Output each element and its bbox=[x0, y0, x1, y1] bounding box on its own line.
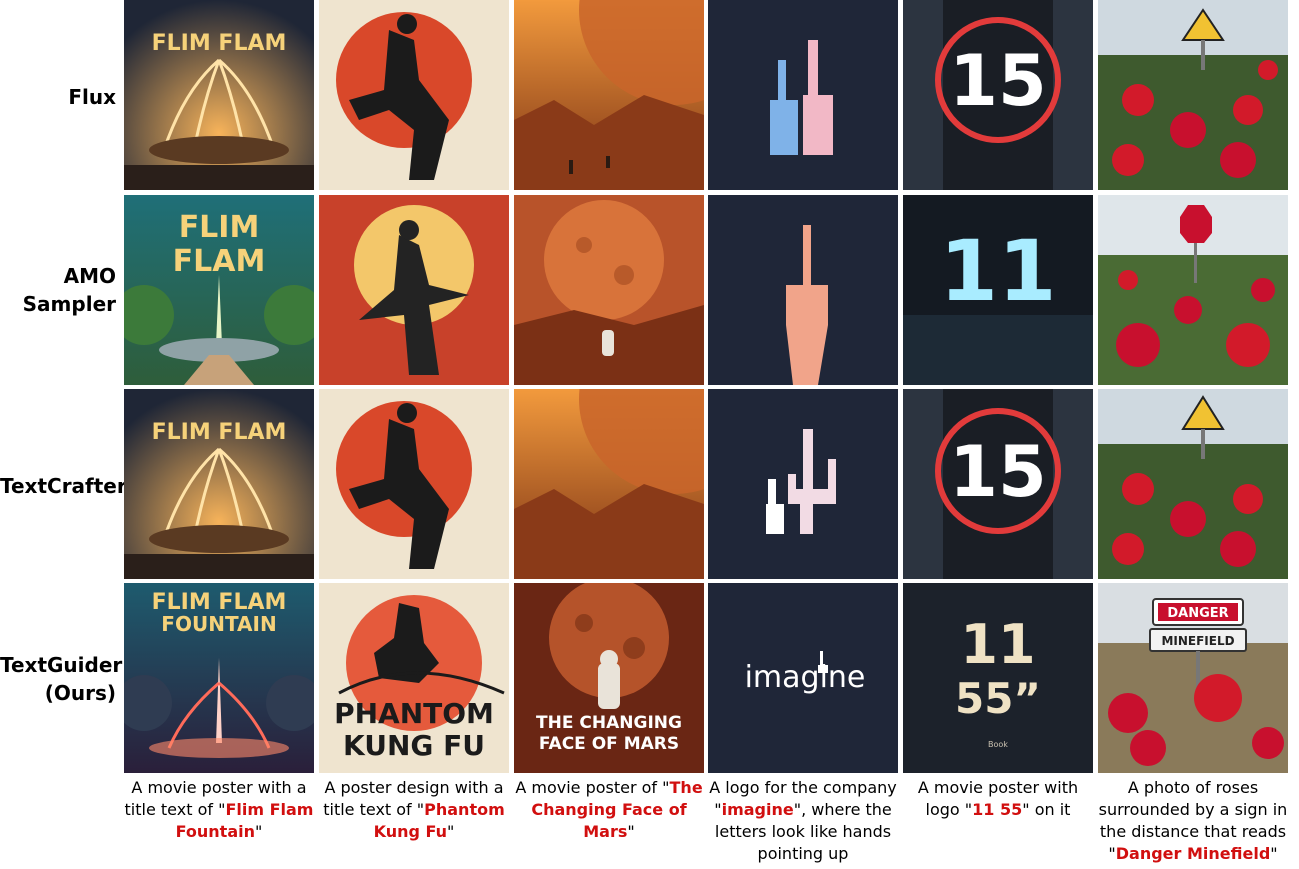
caption-highlight: 11 55 bbox=[972, 800, 1023, 819]
image-amo-11: 11 bbox=[903, 195, 1093, 385]
caption-1155: A movie poster with logo "11 55" on it bbox=[900, 777, 1096, 821]
tile-title: FACE OF MARS bbox=[539, 734, 679, 754]
image-amo-mars bbox=[514, 195, 704, 385]
tile-title: FLIM FLAM bbox=[152, 420, 287, 445]
image-flux-roses bbox=[1098, 0, 1288, 190]
caption-phantom-kung-fu: A poster design with a title text of "Ph… bbox=[316, 777, 512, 843]
caption-highlight: imagine bbox=[721, 800, 794, 819]
image-textcrafter-fountain: FLIM FLAM bbox=[124, 389, 314, 579]
tile-number: 55” bbox=[955, 674, 1041, 723]
image-amo-roses bbox=[1098, 195, 1288, 385]
tile-sign-text: DANGER bbox=[1167, 606, 1228, 621]
tile-title: FOUNTAIN bbox=[161, 612, 276, 636]
image-flux-15: 15 bbox=[903, 0, 1093, 190]
caption-text: " bbox=[255, 822, 263, 841]
row-label-line: Flux bbox=[68, 85, 116, 109]
image-flux-fountain: FLIM FLAM bbox=[124, 0, 314, 190]
image-amo-hand bbox=[708, 195, 898, 385]
row-label-line: Sampler bbox=[22, 292, 116, 316]
tile-number: 11 bbox=[940, 222, 1057, 320]
row-label-line: TextGuider bbox=[0, 653, 123, 677]
caption-text: " bbox=[1270, 844, 1278, 863]
image-textguider-fountain: FLIM FLAM FOUNTAIN bbox=[124, 583, 314, 773]
row-label-amo-sampler: AMO Sampler bbox=[0, 262, 116, 318]
image-textcrafter-roses bbox=[1098, 389, 1288, 579]
image-textguider-imagine-logo: imagine bbox=[708, 583, 898, 773]
image-textcrafter-kungfu bbox=[319, 389, 509, 579]
caption-text: " bbox=[627, 822, 635, 841]
image-textcrafter-15: 15 bbox=[903, 389, 1093, 579]
image-textguider-kungfu: PHANTOM KUNG FU bbox=[319, 583, 509, 773]
row-label-line: TextCrafter bbox=[0, 474, 127, 498]
image-textcrafter-mars bbox=[514, 389, 704, 579]
row-label-textcrafter: TextCrafter bbox=[0, 472, 127, 500]
row-label-line: AMO bbox=[63, 264, 116, 288]
tile-title: PHANTOM bbox=[334, 697, 494, 730]
image-flux-hands-logo bbox=[708, 0, 898, 190]
tile-small-text: Book bbox=[988, 740, 1008, 749]
image-textcrafter-hands-logo bbox=[708, 389, 898, 579]
row-label-textguider: TextGuider (Ours) bbox=[0, 651, 123, 707]
image-flux-kungfu bbox=[319, 0, 509, 190]
image-flux-mars bbox=[514, 0, 704, 190]
row-label-line: (Ours) bbox=[44, 681, 116, 705]
caption-flim-flam: A movie poster with a title text of "Fli… bbox=[121, 777, 317, 843]
caption-highlight: Danger Minefield bbox=[1115, 844, 1271, 863]
image-textguider-roses: DANGER MINEFIELD bbox=[1098, 583, 1288, 773]
image-textguider-mars: THE CHANGING FACE OF MARS bbox=[514, 583, 704, 773]
image-amo-fountain: FLIM FLAM bbox=[124, 195, 314, 385]
caption-mars: A movie poster of "The Changing Face of … bbox=[511, 777, 707, 843]
tile-logo-text: imagine bbox=[745, 660, 866, 695]
caption-text: A movie poster of " bbox=[515, 778, 670, 797]
row-label-flux: Flux bbox=[0, 83, 116, 111]
caption-text: " bbox=[447, 822, 455, 841]
image-textguider-1155: 11 55” Book bbox=[903, 583, 1093, 773]
tile-number: 15 bbox=[949, 40, 1046, 122]
tile-title: FLAM bbox=[173, 244, 266, 279]
caption-imagine: A logo for the company "imagine", where … bbox=[705, 777, 901, 865]
caption-danger-minefield: A photo of roses surrounded by a sign in… bbox=[1095, 777, 1291, 865]
tile-title: FLIM FLAM bbox=[152, 31, 287, 56]
image-amo-kungfu bbox=[319, 195, 509, 385]
tile-number: 11 bbox=[960, 613, 1035, 676]
tile-title: THE CHANGING bbox=[536, 713, 682, 733]
tile-number: 15 bbox=[949, 431, 1046, 513]
tile-title: FLIM bbox=[179, 210, 260, 245]
tile-sign-text: MINEFIELD bbox=[1161, 634, 1234, 648]
caption-text: " on it bbox=[1022, 800, 1071, 819]
tile-title: KUNG FU bbox=[343, 729, 485, 762]
